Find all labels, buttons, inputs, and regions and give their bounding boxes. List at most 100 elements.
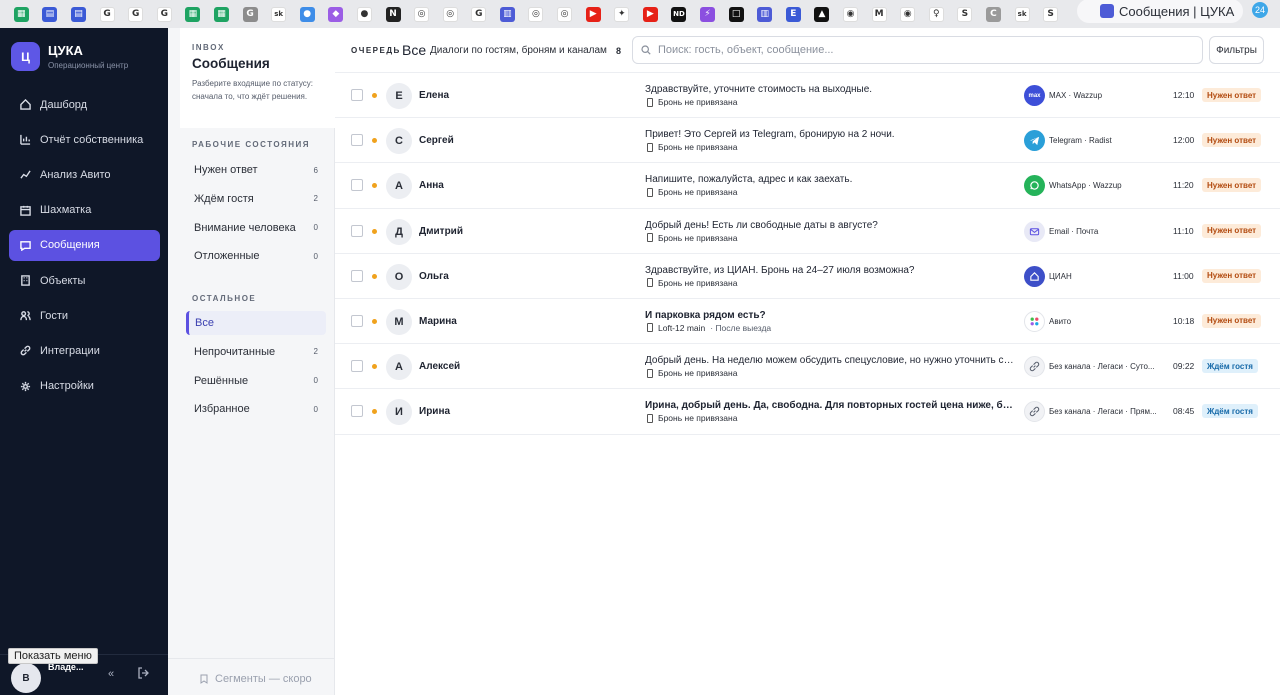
browser-tab[interactable]: ▶: [636, 0, 665, 28]
unread-dot: [372, 318, 377, 324]
bird-icon: ✦: [614, 6, 630, 22]
browser-tab[interactable]: ⚡: [693, 0, 722, 28]
table-row[interactable]: И Ирина Ирина, добрый день. Да, свободна. …: [335, 389, 1280, 435]
message-time: 11:00: [1173, 270, 1194, 281]
browser-tab[interactable]: G: [236, 0, 265, 28]
browser-tab[interactable]: ◉: [893, 0, 922, 28]
browser-tab[interactable]: ▤: [36, 0, 65, 28]
browser-tab[interactable]: sk: [1008, 0, 1037, 28]
table-row[interactable]: А Алексей Добрый день. На неделю можем обс…: [335, 344, 1280, 390]
booking-label: Бронь не привязана: [658, 97, 738, 107]
browser-tab[interactable]: ◆: [322, 0, 351, 28]
filter-item[interactable]: Непрочитанные 2: [186, 340, 326, 364]
filter-item[interactable]: Отложенные 0: [186, 244, 326, 268]
row-checkbox[interactable]: [351, 405, 363, 418]
browser-tab[interactable]: ◎: [522, 0, 551, 28]
search-input[interactable]: [632, 36, 1203, 64]
sidebar-item-chessboard[interactable]: Шахматка: [9, 195, 160, 226]
row-checkbox[interactable]: [351, 314, 363, 327]
message-time: 10:18: [1173, 315, 1195, 326]
logout-icon[interactable]: [137, 667, 149, 679]
github-icon: ●: [356, 6, 372, 22]
filter-item[interactable]: Избранное 0: [186, 397, 326, 421]
browser-tab[interactable]: ▦: [207, 0, 236, 28]
sidebar-item-settings[interactable]: Настройки: [9, 371, 160, 402]
app-logo[interactable]: Ц: [11, 42, 40, 71]
sidebar-item-label: Отчёт собственника: [40, 133, 144, 146]
browser-tab[interactable]: ▥: [493, 0, 522, 28]
browser-tab[interactable]: G: [150, 0, 179, 28]
browser-tab[interactable]: □: [722, 0, 751, 28]
table-row[interactable]: С Сергей Привет! Это Сергей из Telegram, б…: [335, 118, 1280, 164]
sidebar-item-owner-report[interactable]: Отчёт собственника: [9, 124, 160, 155]
sidebar-item-messages[interactable]: Сообщения: [9, 229, 160, 261]
browser-tab[interactable]: ●: [293, 0, 322, 28]
browser-tab[interactable]: G: [121, 0, 150, 28]
browser-tab[interactable]: ▶: [579, 0, 608, 28]
browser-tab[interactable]: N: [379, 0, 408, 28]
browser-tab[interactable]: E: [779, 0, 808, 28]
browser-tab[interactable]: ◎: [407, 0, 436, 28]
table-row[interactable]: Е Елена Здравствуйте, уточните стоимость н…: [335, 73, 1280, 119]
row-checkbox[interactable]: [351, 179, 363, 192]
browser-tab[interactable]: sk: [264, 0, 293, 28]
browser-tab[interactable]: S: [1036, 0, 1065, 28]
filter-item[interactable]: Ждём гостя 2: [186, 187, 326, 211]
browser-tab[interactable]: ▤: [64, 0, 93, 28]
browser-tab[interactable]: ◎: [436, 0, 465, 28]
filter-item[interactable]: Нужен ответ 6: [186, 158, 326, 182]
guest-name: Сергей: [419, 135, 454, 147]
channel-label: Email · Почта: [1049, 226, 1099, 236]
browser-tab[interactable]: M: [865, 0, 894, 28]
segments-label: Сегменты — скоро: [215, 673, 312, 685]
work-states-heading: РАБОЧИЕ СОСТОЯНИЯ: [192, 140, 311, 149]
dashboard-icon: ▥: [499, 6, 515, 22]
avatar[interactable]: В: [11, 663, 41, 693]
browser-tab[interactable]: ✦: [607, 0, 636, 28]
active-browser-tab[interactable]: Сообщения | ЦУКА: [1077, 0, 1243, 23]
table-row[interactable]: А Анна Напишите, пожалуйста, адрес и как з…: [335, 163, 1280, 209]
table-row[interactable]: М Марина И парковка рядом есть? Loft-12 mai…: [335, 299, 1280, 345]
browser-tab[interactable]: ▲: [808, 0, 837, 28]
channel-label: WhatsApp · Wazzup: [1049, 181, 1122, 191]
status-badge: Нужен ответ: [1202, 268, 1262, 283]
collapse-icon[interactable]: «: [108, 668, 114, 680]
active-tab-title: Сообщения | ЦУКА: [1119, 3, 1235, 19]
browser-tab[interactable]: ◎: [550, 0, 579, 28]
browser-tab[interactable]: ▦: [7, 0, 36, 28]
sidebar-item-objects[interactable]: Объекты: [9, 265, 160, 296]
row-checkbox[interactable]: [351, 224, 363, 237]
filter-item[interactable]: Все: [186, 311, 326, 335]
sidebar-item-guests[interactable]: Гости: [9, 300, 160, 331]
table-row[interactable]: О Ольга Здравствуйте, из ЦИАН. Бронь на 24…: [335, 254, 1280, 299]
browser-tab[interactable]: G: [93, 0, 122, 28]
pin-icon: ♀: [928, 6, 944, 22]
filter-item[interactable]: Внимание человека 0: [186, 216, 326, 240]
browser-tab[interactable]: G: [465, 0, 494, 28]
row-checkbox[interactable]: [351, 360, 363, 373]
table-row[interactable]: Д Дмитрий Добрый день! Есть ли свободные д…: [335, 209, 1280, 254]
browser-tab[interactable]: C: [979, 0, 1008, 28]
row-checkbox[interactable]: [351, 89, 363, 101]
row-checkbox[interactable]: [351, 269, 363, 282]
browser-tab[interactable]: ◉: [836, 0, 865, 28]
browser-tab[interactable]: S: [951, 0, 980, 28]
e-icon: E: [785, 6, 801, 22]
browser-tab[interactable]: ND: [665, 0, 694, 28]
booking-icon: [647, 142, 653, 152]
row-checkbox[interactable]: [351, 134, 363, 147]
browser-tab[interactable]: ●: [350, 0, 379, 28]
browser-tab[interactable]: ♀: [922, 0, 951, 28]
sidebar-item-dashboard[interactable]: Дашборд: [9, 89, 160, 120]
compass-icon: ◎: [442, 6, 458, 22]
browser-tab[interactable]: ▦: [179, 0, 208, 28]
notification-badge[interactable]: 24: [1252, 2, 1268, 18]
google-icon: G: [471, 6, 487, 22]
sidebar-item-integrations[interactable]: Интеграции: [9, 335, 160, 366]
filter-label: Отложенные: [194, 250, 260, 263]
filter-item[interactable]: Решённые 0: [186, 369, 326, 393]
filters-button[interactable]: Фильтры: [1209, 36, 1264, 64]
browser-tab[interactable]: ▥: [750, 0, 779, 28]
sidebar-item-avito-analysis[interactable]: Анализ Авито: [9, 159, 160, 190]
channel-label: ЦИАН: [1049, 271, 1072, 281]
